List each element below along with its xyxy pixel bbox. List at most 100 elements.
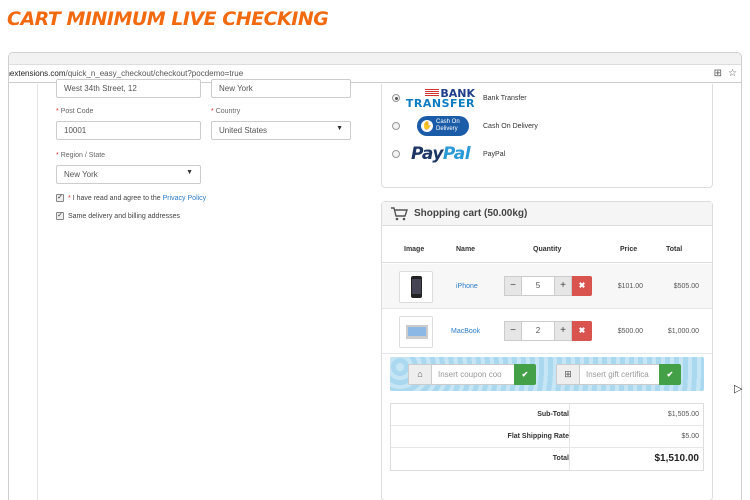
total-label: Total (552, 455, 569, 462)
quantity-input[interactable]: 5 (522, 276, 554, 296)
increase-button[interactable]: + (554, 276, 572, 296)
cod-label: Cash On Delivery (483, 122, 538, 130)
cart-icon (391, 206, 408, 220)
paypal-logo-part2: Pal (442, 144, 471, 164)
city-value: New York (219, 84, 253, 93)
postcode-field[interactable]: 10001 (56, 121, 201, 140)
postcode-label: * Post Code (56, 108, 93, 115)
coupon-group: ⌂ Insert coupon coo ✔ (408, 364, 536, 385)
payment-option-cod[interactable]: ✋ Cash On Delivery Cash On Delivery (392, 116, 538, 136)
chevron-down-icon: ▼ (336, 125, 343, 132)
apply-gift-button[interactable]: ✔ (659, 364, 681, 385)
region-label-text: Region / State (60, 152, 106, 159)
left-divider (37, 84, 38, 500)
product-image[interactable] (399, 271, 433, 303)
total-value: $1,510.00 (654, 453, 700, 464)
country-value: United States (219, 126, 268, 135)
quantity-stepper[interactable]: − 5 + ✖ (504, 276, 592, 296)
increase-button[interactable]: + (554, 321, 572, 341)
url-host: anextensions.com (9, 69, 66, 78)
subtotal-row: Sub-Total $1,505.00 (391, 404, 703, 426)
product-name-link[interactable]: iPhone (456, 264, 478, 309)
cod-logo-line1: Cash On (436, 119, 460, 125)
tag-icon: ⌂ (408, 364, 432, 385)
bank-transfer-logo: BANK TRANSFER (406, 87, 475, 110)
tab-strip (9, 53, 741, 65)
same-address-checkbox[interactable]: ✓ (56, 212, 64, 220)
remove-button[interactable]: ✖ (572, 321, 592, 341)
total-row: Total $1,510.00 (391, 448, 703, 470)
banner-title: CART MINIMUM LIVE CHECKING (7, 8, 329, 30)
required-mark: * (56, 108, 59, 115)
payment-methods-panel: BANK TRANSFER Bank Transfer ✋ Cash On Deli… (381, 84, 713, 188)
checkout-page: West 34th Street, 12 New York * Post Cod… (9, 79, 741, 500)
hand-icon: ✋ (421, 120, 433, 132)
privacy-text: I have read and agree to the (72, 194, 161, 202)
payment-option-paypal[interactable]: PayPal PayPal (392, 144, 505, 164)
cart-header: Shopping cart (50.00kg) (382, 202, 712, 226)
required-mark: * (56, 152, 59, 159)
table-row: MacBook − 2 + ✖ $500.00 $1,000.00 (382, 309, 712, 354)
chevron-down-icon: ▼ (186, 169, 193, 176)
decrease-button[interactable]: − (504, 321, 522, 341)
apply-coupon-button[interactable]: ✔ (514, 364, 536, 385)
country-select[interactable]: United States ▼ (211, 121, 351, 140)
paypal-logo: PayPal (411, 144, 475, 164)
cart-table-header: Image Name Quantity Price Total (382, 237, 712, 263)
cod-logo-line2: Delivery (436, 126, 458, 132)
product-image[interactable] (399, 316, 433, 348)
col-price: Price (620, 246, 638, 253)
bank-transfer-radio[interactable] (392, 94, 400, 102)
same-address-text: Same delivery and billing addresses (68, 212, 181, 220)
same-address-checkbox-row[interactable]: ✓ Same delivery and billing addresses (56, 212, 180, 220)
table-row: iPhone − 5 + ✖ $101.00 $505.00 (382, 264, 712, 309)
subtotal-value: $1,505.00 (667, 411, 699, 418)
item-total: $505.00 (673, 283, 699, 290)
privacy-checkbox[interactable]: ✓ (56, 194, 64, 202)
shipping-row: Flat Shipping Rate $5.00 (391, 426, 703, 448)
address-field[interactable]: West 34th Street, 12 (56, 79, 201, 98)
required-mark: * (211, 108, 214, 115)
translate-icon[interactable]: ⊞ (714, 68, 722, 79)
required-mark: * (68, 194, 71, 202)
city-field[interactable]: New York (211, 79, 351, 98)
cod-logo: ✋ Cash On Delivery (411, 116, 475, 136)
paypal-logo-part1: Pay (411, 144, 443, 164)
privacy-policy-link[interactable]: Privacy Policy (163, 195, 207, 202)
remove-button[interactable]: ✖ (572, 276, 592, 296)
quantity-stepper[interactable]: − 2 + ✖ (504, 321, 592, 341)
gift-certificate-input[interactable]: Insert gift certifica (580, 364, 659, 385)
region-select[interactable]: New York ▼ (56, 165, 201, 184)
coupon-voucher-area: ⌂ Insert coupon coo ✔ ⊞ Insert gift cert… (390, 357, 704, 391)
shipping-label: Flat Shipping Rate (507, 433, 569, 440)
decrease-button[interactable]: − (504, 276, 522, 296)
region-label: * Region / State (56, 152, 105, 159)
region-value: New York (64, 170, 98, 179)
coupon-input[interactable]: Insert coupon coo (432, 364, 514, 385)
cod-radio[interactable] (392, 122, 400, 130)
url-text[interactable]: anextensions.com/quick_n_easy_checkout/c… (9, 69, 243, 78)
privacy-checkbox-row[interactable]: ✓ * I have read and agree to the Privacy… (56, 194, 206, 202)
postcode-label-text: Post Code (60, 108, 94, 115)
paypal-label: PayPal (483, 150, 506, 158)
col-name: Name (456, 246, 476, 253)
mouse-cursor-icon: ▷ (734, 383, 743, 395)
address-value: West 34th Street, 12 (64, 84, 137, 93)
item-price: $500.00 (617, 328, 643, 335)
item-total: $1,000.00 (667, 328, 699, 335)
product-name-link[interactable]: MacBook (451, 309, 480, 354)
country-label: * Country (211, 108, 240, 115)
gift-icon: ⊞ (556, 364, 580, 385)
postcode-value: 10001 (64, 126, 87, 135)
subtotal-label: Sub-Total (537, 411, 569, 418)
bank-transfer-label: Bank Transfer (483, 94, 527, 102)
browser-window: anextensions.com/quick_n_easy_checkout/c… (8, 52, 742, 500)
shipping-value: $5.00 (681, 433, 699, 440)
country-label-text: Country (215, 108, 241, 115)
shopping-cart-panel: Shopping cart (50.00kg) Image Name Quant… (381, 201, 713, 500)
star-icon[interactable]: ☆ (728, 68, 737, 79)
quantity-input[interactable]: 2 (522, 321, 554, 341)
col-quantity: Quantity (533, 246, 562, 253)
payment-option-bank-transfer[interactable]: BANK TRANSFER Bank Transfer (392, 87, 527, 110)
paypal-radio[interactable] (392, 150, 400, 158)
